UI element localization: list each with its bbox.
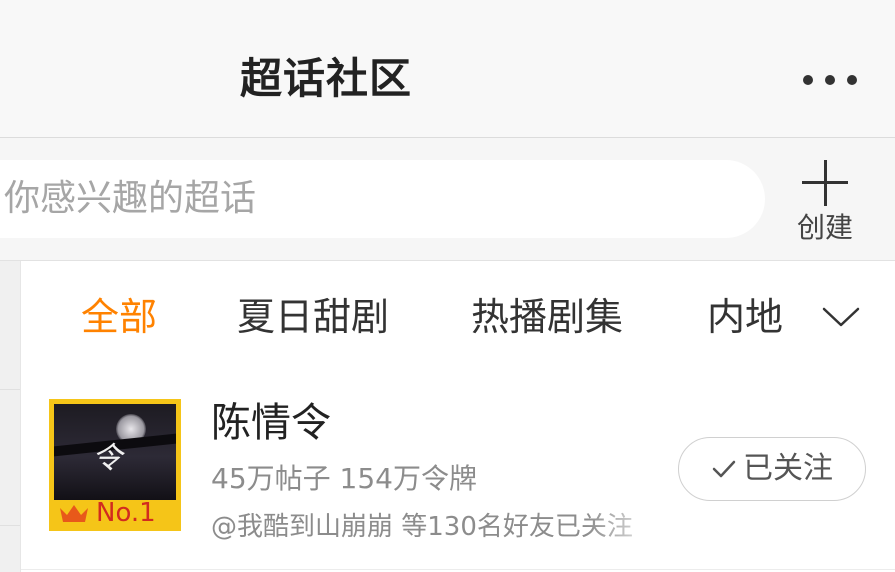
tab-summer-sweet-drama[interactable]: 夏日甜剧 [237,287,389,347]
friends-following[interactable]: @我酷到山崩崩 等130名好友已关注 [211,507,669,547]
tab-mainland[interactable]: 内地 [707,287,783,347]
category-sidebar [0,261,20,572]
tab-hot-series[interactable]: 热播剧集 [471,287,623,347]
divider [21,569,895,570]
divider [0,389,20,390]
topic-stats: 45万帖子 154万令牌 [211,462,477,495]
topic-list-item[interactable]: 令 No.1 陈情令 45万帖子 154万令牌 @我酷到山崩崩 等130名好友已… [21,381,895,561]
topic-cover[interactable]: 令 No.1 [49,399,181,531]
divider [0,525,20,526]
tab-all[interactable]: 全部 [81,287,157,347]
create-button[interactable]: 创建 [782,156,868,248]
crown-icon [60,505,88,522]
top-nav-bar: 超话社区 [0,0,895,138]
rank-label: No.1 [96,498,156,528]
check-icon [712,460,736,478]
dot [803,75,813,85]
category-tabs: 全部 夏日甜剧 热播剧集 内地 [21,287,895,347]
topic-title[interactable]: 陈情令 [211,397,331,449]
cover-image: 令 [54,404,176,500]
plus-icon [802,160,848,206]
chevron-down-icon[interactable] [821,305,861,329]
dot [847,75,857,85]
follow-button[interactable]: 已关注 [678,437,866,501]
dot [825,75,835,85]
page-title: 超话社区 [240,54,413,103]
rank-badge: No.1 [54,500,176,526]
calligraphy-mark: 令 [92,441,122,476]
follow-label: 已关注 [743,451,833,486]
create-label: 创建 [796,211,853,244]
topic-panel: 全部 夏日甜剧 热播剧集 内地 令 No.1 陈情令 45万帖子 154万令牌 … [20,261,895,572]
search-placeholder: 你感兴趣的超话 [4,178,257,219]
search-row: 你感兴趣的超话 创建 [0,138,895,261]
search-input[interactable]: 你感兴趣的超话 [0,160,765,238]
more-dots-icon[interactable] [790,62,870,98]
